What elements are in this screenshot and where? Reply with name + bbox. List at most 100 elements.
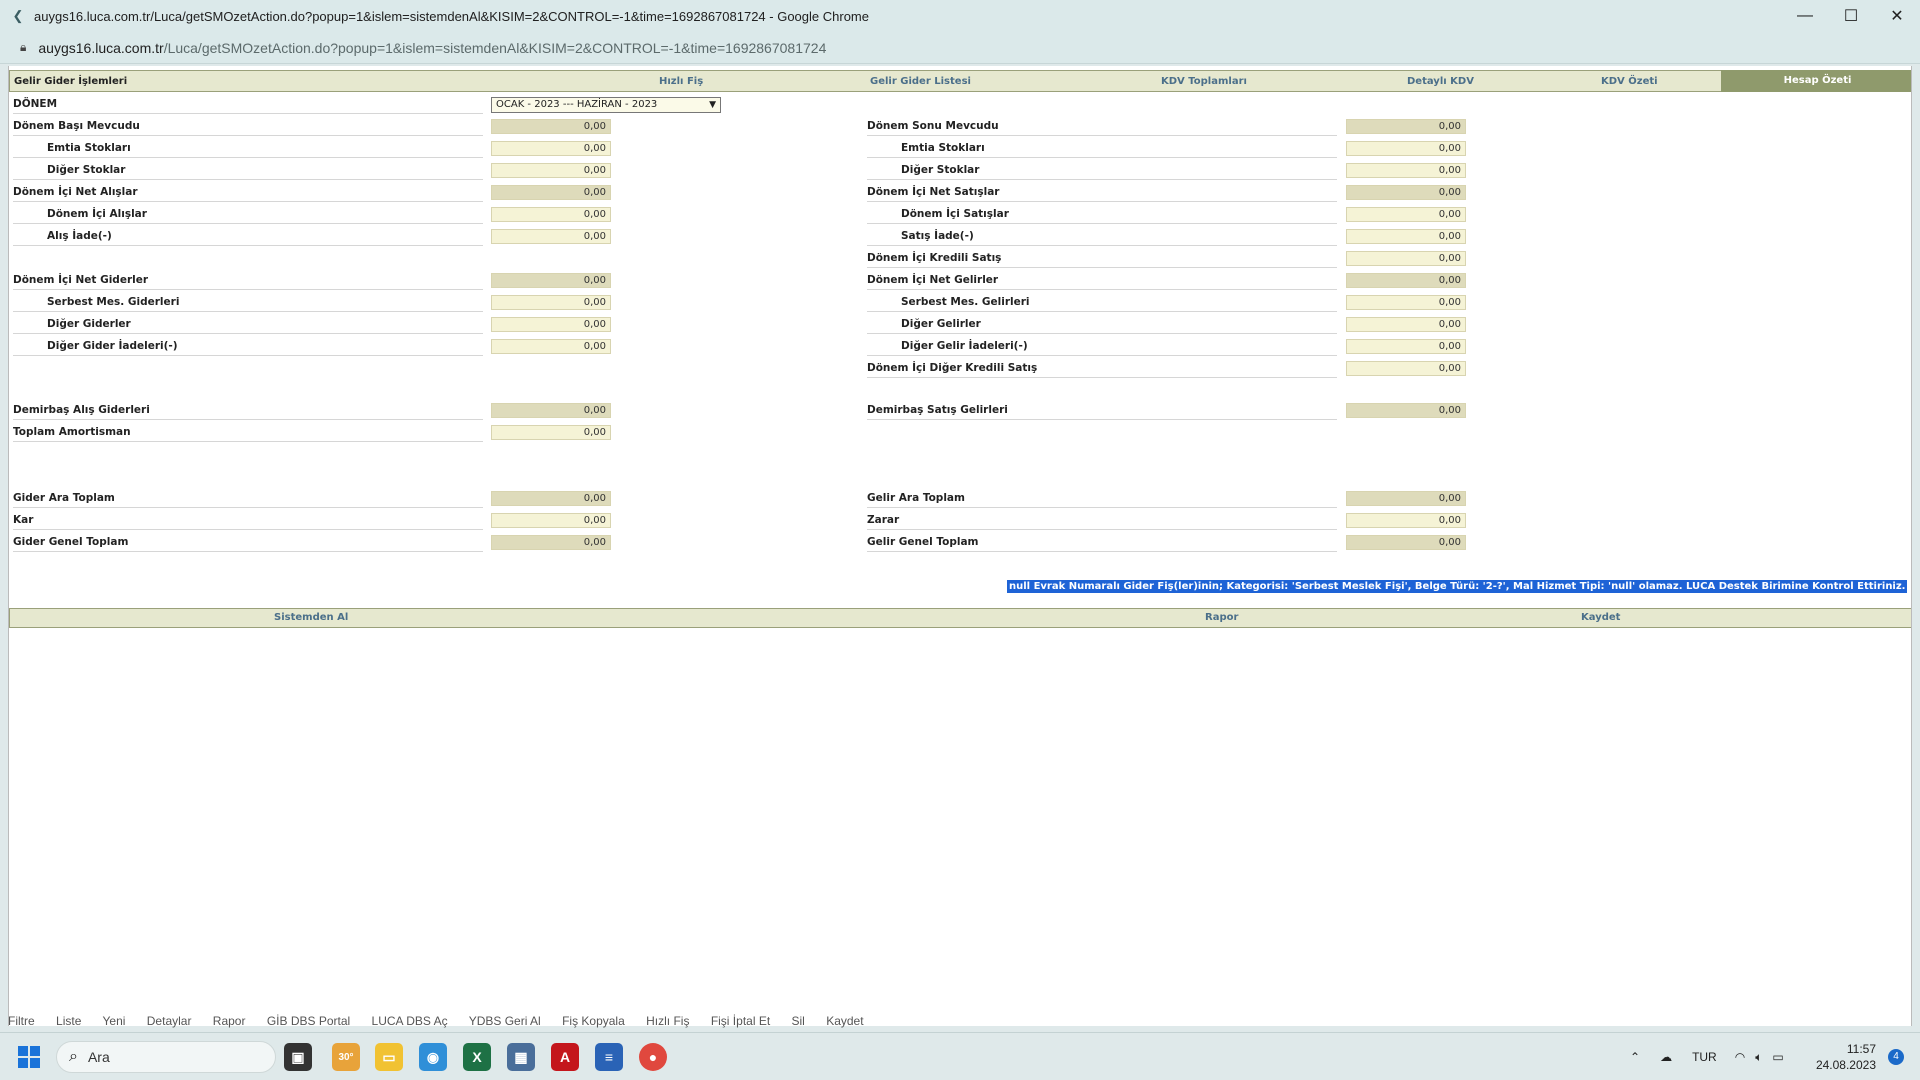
left-row-label: Gider Ara Toplam (13, 488, 483, 508)
right-row-value[interactable]: 0,00 (1346, 207, 1466, 222)
url-text[interactable]: auygs16.luca.com.tr/Luca/getSMOzetAction… (38, 40, 826, 56)
tab-gelir-gider-listesi[interactable]: Gelir Gider Listesi (870, 76, 971, 87)
left-row-label: Dönem Başı Mevcudu (13, 116, 483, 136)
left-row-value[interactable]: 0,00 (491, 295, 611, 310)
right-row-label: Demirbaş Satış Gelirleri (867, 400, 1337, 420)
right-row-value[interactable]: 0,00 (1346, 513, 1466, 528)
popup-page: Gelir Gider İşlemleri Hızlı Fiş Gelir Gi… (8, 66, 1912, 1026)
right-row-value[interactable]: 0,00 (1346, 119, 1466, 134)
right-row-value[interactable]: 0,00 (1346, 295, 1466, 310)
right-row-label: Diğer Stoklar (867, 160, 1337, 180)
sistemden-al-button[interactable]: Sistemden Al (274, 612, 348, 623)
error-message[interactable]: null Evrak Numaralı Gider Fiş(ler)inin; … (1007, 580, 1908, 593)
left-row-value[interactable]: 0,00 (491, 229, 611, 244)
period-select[interactable]: OCAK - 2023 --- HAZİRAN - 2023 ▼ (491, 97, 721, 113)
toolbar-item[interactable]: Filtre (8, 1014, 35, 1028)
right-row-value[interactable]: 0,00 (1346, 361, 1466, 376)
toolbar-item[interactable]: Fiş Kopyala (562, 1014, 625, 1028)
right-row-value[interactable]: 0,00 (1346, 535, 1466, 550)
wifi-icon[interactable]: ◠ (1735, 1050, 1745, 1064)
language-indicator[interactable]: TUR (1692, 1050, 1717, 1064)
right-row-value[interactable]: 0,00 (1346, 229, 1466, 244)
left-row-value[interactable]: 0,00 (491, 491, 611, 506)
right-row-value[interactable]: 0,00 (1346, 491, 1466, 506)
right-row-value[interactable]: 0,00 (1346, 163, 1466, 178)
windows-start-icon[interactable] (18, 1046, 40, 1068)
right-row-label: Dönem İçi Net Satışlar (867, 182, 1337, 202)
left-row-value[interactable]: 0,00 (491, 425, 611, 440)
acrobat-icon[interactable]: A (551, 1043, 579, 1071)
toolbar-item[interactable]: Fişi İptal Et (711, 1014, 770, 1028)
taskbar-clock[interactable]: 11:57 24.08.2023 (1816, 1041, 1876, 1073)
right-row-value[interactable]: 0,00 (1346, 273, 1466, 288)
excel-icon[interactable]: X (463, 1043, 491, 1071)
browser-title-bar: ❮ auygs16.luca.com.tr/Luca/getSMOzetActi… (0, 0, 1920, 32)
tab-detayli-kdv[interactable]: Detaylı KDV (1407, 76, 1474, 87)
toolbar-item[interactable]: YDBS Geri Al (469, 1014, 541, 1028)
chevron-up-icon[interactable]: ⌃ (1630, 1050, 1640, 1064)
volume-icon[interactable]: 🔈︎ (1755, 1050, 1762, 1065)
cloud-off-icon[interactable]: ☁ (1660, 1050, 1672, 1064)
notepad-icon[interactable]: ≡ (595, 1043, 623, 1071)
address-bar[interactable]: 🔒︎ auygs16.luca.com.tr/Luca/getSMOzetAct… (0, 32, 1920, 64)
left-row-value[interactable]: 0,00 (491, 185, 611, 200)
notification-badge[interactable]: 4 (1888, 1049, 1904, 1065)
left-row-value[interactable]: 0,00 (491, 141, 611, 156)
toolbar-item[interactable]: GİB DBS Portal (267, 1014, 350, 1028)
right-row-value[interactable]: 0,00 (1346, 317, 1466, 332)
toolbar-item[interactable]: Hızlı Fiş (646, 1014, 689, 1028)
right-row-value[interactable]: 0,00 (1346, 141, 1466, 156)
lock-icon[interactable]: 🔒︎ (20, 40, 26, 55)
tab-hesap-ozeti[interactable]: Hesap Özeti (1721, 70, 1911, 92)
taskbar: ⌕ Ara ▣ 30° ▭ ◉ X ▦ A ≡ ● ⌃ ☁ TUR ◠ 🔈︎ ▭… (0, 1032, 1920, 1080)
toolbar-item[interactable]: Rapor (213, 1014, 246, 1028)
tab-kdv-ozeti[interactable]: KDV Özeti (1601, 76, 1658, 87)
toolbar-item[interactable]: Detaylar (147, 1014, 192, 1028)
luca-favicon-icon: ❮ (12, 8, 24, 23)
toolbar-item[interactable]: LUCA DBS Aç (372, 1014, 448, 1028)
kaydet-button[interactable]: Kaydet (1581, 612, 1620, 623)
left-row-label: Alış İade(-) (13, 226, 483, 246)
tab-hizli-fis[interactable]: Hızlı Fiş (659, 76, 703, 87)
left-row-label: Diğer Gider İadeleri(-) (13, 336, 483, 356)
toolbar-item[interactable]: Yeni (103, 1014, 126, 1028)
left-row-value[interactable]: 0,00 (491, 317, 611, 332)
right-row-value[interactable]: 0,00 (1346, 251, 1466, 266)
toolbar-item[interactable]: Liste (56, 1014, 81, 1028)
right-row-value[interactable]: 0,00 (1346, 403, 1466, 418)
left-row-label: Diğer Giderler (13, 314, 483, 334)
left-row-value[interactable]: 0,00 (491, 535, 611, 550)
chrome-icon[interactable]: ● (639, 1043, 667, 1071)
right-row-value[interactable]: 0,00 (1346, 185, 1466, 200)
period-label: DÖNEM (13, 94, 483, 114)
left-row-label: Demirbaş Alış Giderleri (13, 400, 483, 420)
taskbar-search[interactable]: ⌕ Ara (56, 1041, 276, 1073)
url-path: /Luca/getSMOzetAction.do?popup=1&islem=s… (163, 39, 827, 56)
left-row-value[interactable]: 0,00 (491, 163, 611, 178)
close-icon[interactable]: ✕ (1874, 0, 1920, 32)
toolbar-item[interactable]: Sil (792, 1014, 805, 1028)
left-row-value[interactable]: 0,00 (491, 119, 611, 134)
left-row-value[interactable]: 0,00 (491, 273, 611, 288)
left-row-value[interactable]: 0,00 (491, 339, 611, 354)
weather-icon[interactable]: 30° (332, 1043, 360, 1071)
maximize-icon[interactable]: ☐ (1828, 0, 1874, 32)
calculator-icon[interactable]: ▦ (507, 1043, 535, 1071)
left-row-label: Diğer Stoklar (13, 160, 483, 180)
left-row-value[interactable]: 0,00 (491, 207, 611, 222)
rapor-button[interactable]: Rapor (1205, 612, 1238, 623)
task-view-icon[interactable]: ▣ (284, 1043, 312, 1071)
footer-action-bar: Sistemden Al Rapor Kaydet (9, 608, 1911, 628)
minimize-icon[interactable]: — (1782, 0, 1828, 32)
edge-icon[interactable]: ◉ (419, 1043, 447, 1071)
left-row-label: Toplam Amortisman (13, 422, 483, 442)
battery-icon[interactable]: ▭ (1772, 1050, 1783, 1064)
left-row-label: Dönem İçi Alışlar (13, 204, 483, 224)
left-row-value[interactable]: 0,00 (491, 403, 611, 418)
toolbar-item[interactable]: Kaydet (826, 1014, 863, 1028)
right-row-label: Dönem Sonu Mevcudu (867, 116, 1337, 136)
left-row-value[interactable]: 0,00 (491, 513, 611, 528)
right-row-value[interactable]: 0,00 (1346, 339, 1466, 354)
file-explorer-icon[interactable]: ▭ (375, 1043, 403, 1071)
tab-kdv-toplamlari[interactable]: KDV Toplamları (1161, 76, 1247, 87)
